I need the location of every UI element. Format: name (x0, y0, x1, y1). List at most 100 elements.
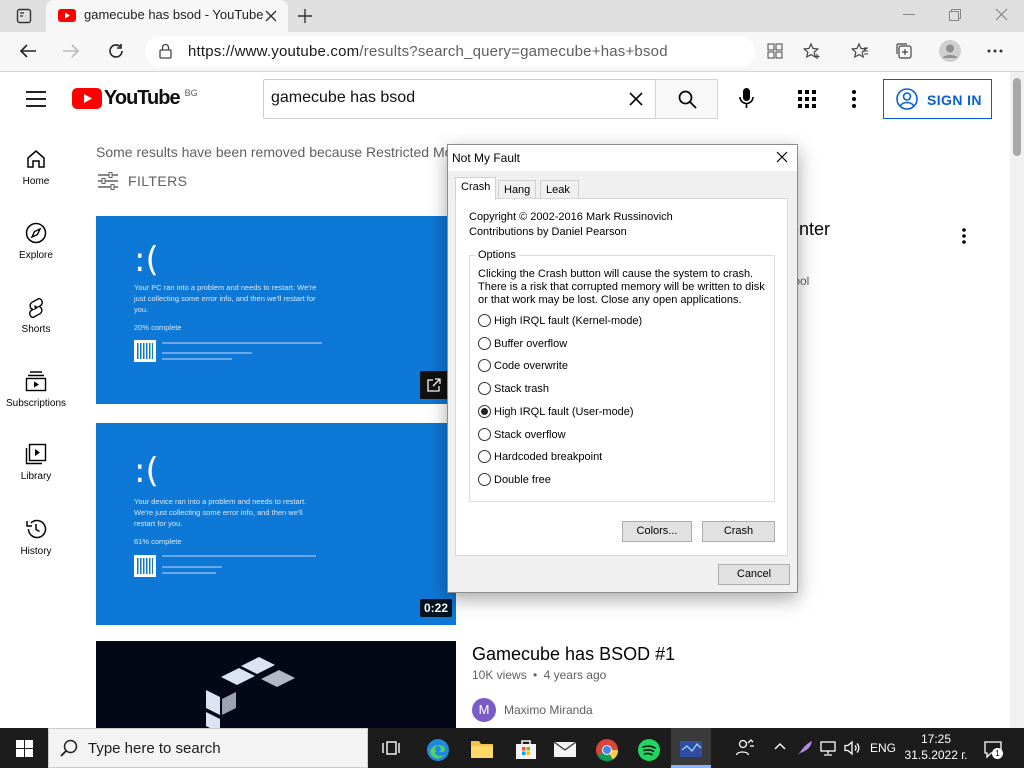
feather-tray-icon[interactable] (796, 739, 814, 757)
sidebar-item-explore[interactable]: Explore (0, 222, 72, 261)
radio-button-selected[interactable] (478, 405, 491, 418)
task-view-icon[interactable] (381, 738, 405, 760)
radio-button[interactable] (478, 382, 491, 395)
bsod-frown: :( (134, 240, 159, 280)
radio-button[interactable] (478, 450, 491, 463)
sidebar-item-library[interactable]: Library (0, 443, 72, 482)
taskbar-clock[interactable]: 17:25 31.5.2022 г. (900, 731, 972, 763)
microphone-icon[interactable] (739, 88, 754, 109)
mail-icon[interactable] (553, 738, 577, 760)
tab-hang[interactable]: Hang (498, 180, 537, 200)
radio-button[interactable] (478, 337, 491, 350)
filters-icon[interactable] (98, 172, 118, 190)
chrome-icon[interactable] (595, 738, 619, 762)
cancel-button[interactable]: Cancel (718, 564, 790, 585)
apps-grid-icon[interactable] (798, 90, 816, 108)
youtube-favicon-icon (58, 9, 76, 22)
collections-icon[interactable] (895, 42, 913, 60)
video-meta: 10K views • 4 years ago (472, 668, 607, 682)
tab-crash[interactable]: Crash (455, 177, 497, 200)
minimize-icon[interactable] (903, 14, 915, 16)
channel-avatar[interactable]: M (472, 698, 496, 722)
restore-icon[interactable] (949, 9, 961, 21)
settings-more-icon[interactable] (987, 49, 1003, 53)
forward-icon[interactable] (62, 43, 80, 59)
clock-date: 31.5.2022 г. (904, 748, 968, 762)
start-windows-icon[interactable] (16, 740, 33, 757)
radio-button[interactable] (478, 428, 491, 441)
radio-button[interactable] (478, 473, 491, 486)
clear-search-icon[interactable] (629, 92, 643, 106)
sidebar-item-home[interactable]: Home (0, 148, 72, 187)
back-icon[interactable] (19, 43, 37, 59)
option-label: High IRQL fault (Kernel-mode) (494, 314, 643, 327)
open-external-icon[interactable] (420, 371, 448, 399)
spotify-icon[interactable] (637, 738, 661, 761)
radio-button[interactable] (478, 359, 491, 372)
dialog-close-icon[interactable] (776, 151, 788, 163)
video-title[interactable]: Gamecube has BSOD #1 (472, 644, 675, 665)
video-thumbnail-1[interactable]: :( Your PC ran into a problem and needs … (96, 216, 456, 404)
tab-leak[interactable]: Leak (540, 180, 579, 200)
show-hidden-icons-chevron-icon[interactable] (774, 742, 786, 750)
bsod-line: restart for you. (134, 519, 183, 528)
sidebar-item-shorts[interactable]: Shorts (0, 296, 72, 335)
new-tab-icon[interactable] (297, 8, 313, 24)
notifications-icon[interactable]: 1 (983, 739, 1003, 759)
option-high-irql-user[interactable]: High IRQL fault (User-mode) (478, 405, 634, 418)
option-stack-overflow[interactable]: Stack overflow (478, 428, 566, 441)
clock-time: 17:25 (920, 732, 952, 746)
edge-browser-icon[interactable] (426, 738, 450, 761)
volume-icon[interactable] (843, 739, 861, 757)
tab-actions-icon[interactable] (16, 8, 32, 24)
sign-in-button[interactable]: SIGN IN (883, 79, 992, 119)
settings-kebab-icon[interactable] (852, 90, 856, 108)
url-text[interactable]: https://www.youtube.com/results?search_q… (188, 43, 668, 60)
option-label: Double free (494, 473, 551, 486)
favorites-icon[interactable] (851, 42, 869, 60)
restricted-mode-notice: Some results have been removed because R… (96, 144, 453, 160)
filters-label[interactable]: FILTERS (128, 173, 187, 189)
option-code-overwrite[interactable]: Code overwrite (478, 359, 568, 372)
sidebar-item-subscriptions[interactable]: Subscriptions (0, 370, 72, 409)
bsod-line: Your PC ran into a problem and needs to … (134, 283, 317, 292)
sign-in-label: SIGN IN (927, 92, 982, 108)
option-label: Stack trash (494, 382, 550, 395)
radio-button[interactable] (478, 314, 491, 327)
file-explorer-icon[interactable] (470, 738, 494, 760)
channel-name[interactable]: Maximo Miranda (504, 703, 593, 717)
microsoft-store-icon[interactable] (514, 738, 538, 760)
option-buffer-overflow[interactable]: Buffer overflow (478, 337, 567, 350)
option-high-irql-kernel[interactable]: High IRQL fault (Kernel-mode) (478, 314, 642, 327)
video-action-menu-icon[interactable] (962, 228, 966, 244)
crash-button[interactable]: Crash (702, 521, 775, 542)
bsod-detail-line (162, 555, 316, 557)
colors-button[interactable]: Colors... (622, 521, 692, 542)
option-double-free[interactable]: Double free (478, 473, 551, 486)
option-label: Buffer overflow (494, 337, 568, 350)
option-hardcoded-breakpoint[interactable]: Hardcoded breakpoint (478, 450, 602, 463)
profile-avatar[interactable] (939, 40, 961, 62)
video-thumbnail-3[interactable] (96, 641, 456, 728)
add-favorite-icon[interactable] (803, 42, 821, 60)
search-button[interactable] (655, 79, 718, 119)
youtube-logo[interactable]: YouTube BG (72, 87, 198, 110)
dialog-title: Not My Fault (452, 151, 521, 165)
network-icon[interactable] (819, 739, 837, 757)
option-stack-trash[interactable]: Stack trash (478, 382, 549, 395)
menu-icon[interactable] (26, 91, 46, 107)
video-views: 10K views (472, 668, 527, 682)
people-icon[interactable] (735, 738, 759, 760)
video-thumbnail-2[interactable]: :( Your device ran into a problem and ne… (96, 423, 456, 625)
close-tab-icon[interactable] (264, 9, 278, 23)
refresh-icon[interactable] (107, 42, 125, 60)
sidebar-item-history[interactable]: History (0, 518, 72, 557)
taskbar-search-icon (60, 739, 78, 757)
notmyfault-app-icon[interactable] (679, 738, 703, 760)
app-available-icon[interactable] (767, 43, 783, 59)
page-scrollbar[interactable] (1010, 72, 1024, 728)
close-window-icon[interactable] (995, 8, 1008, 21)
lock-icon[interactable] (159, 43, 172, 59)
scrollbar-thumb[interactable] (1013, 78, 1021, 156)
language-indicator[interactable]: ENG (870, 741, 896, 755)
